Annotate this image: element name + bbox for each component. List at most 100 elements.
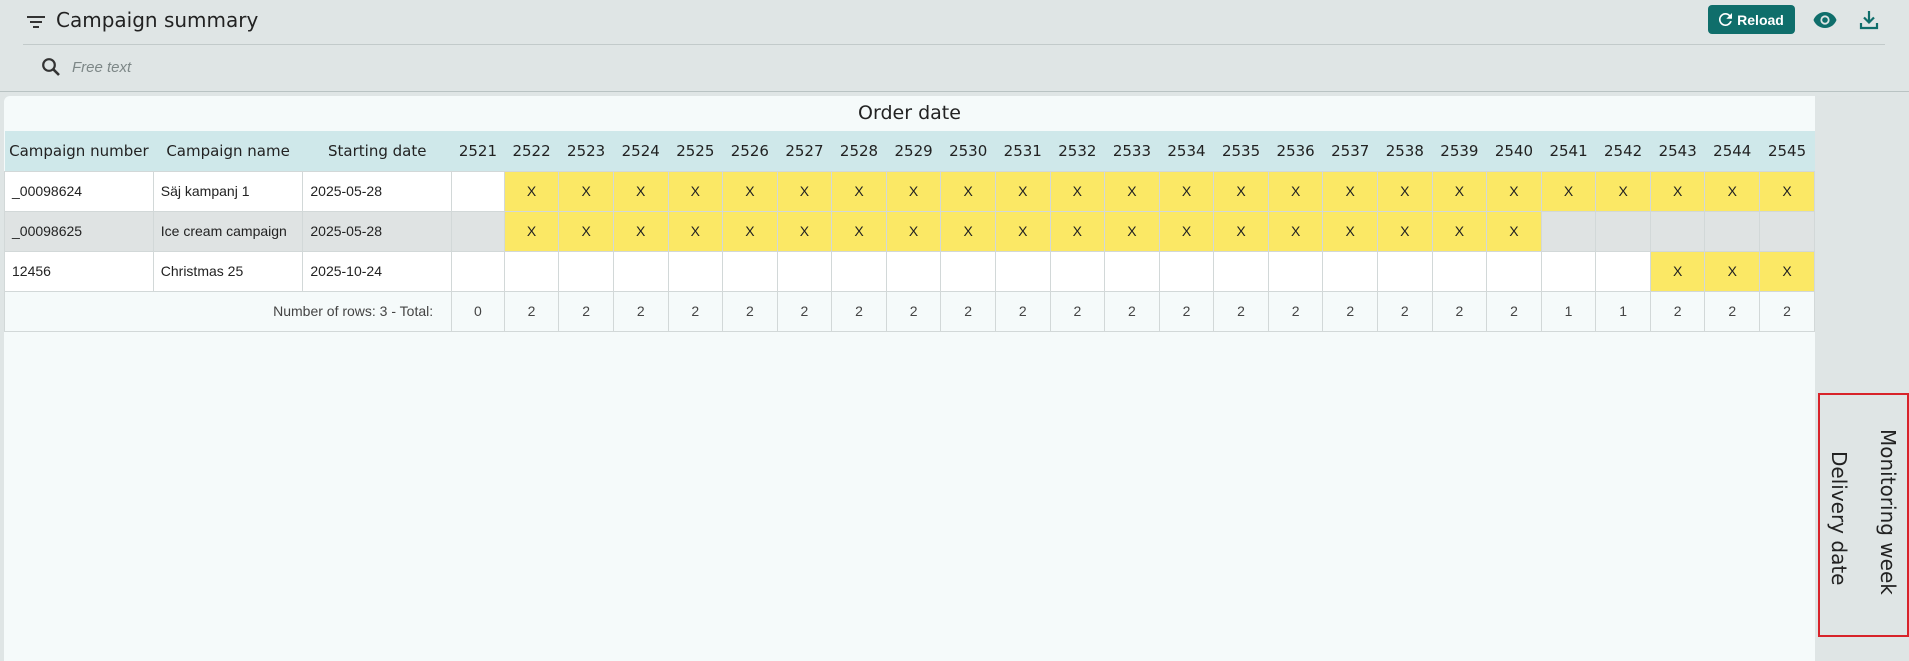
cell-campaign-number[interactable]: _00098625	[4, 210, 154, 252]
col-header-week[interactable]: 2532	[1050, 131, 1105, 171]
col-header-week[interactable]: 2523	[558, 131, 614, 171]
cell-week-mark[interactable]: X	[776, 170, 833, 212]
cell-week-mark[interactable]: X	[1213, 170, 1269, 212]
cell-week-mark[interactable]: X	[1704, 170, 1761, 212]
cell-week-mark[interactable]: X	[1704, 250, 1761, 292]
col-header-week[interactable]: 2534	[1159, 131, 1214, 171]
cell-week-mark[interactable]: X	[612, 170, 669, 212]
cell-week-mark[interactable]	[1158, 250, 1215, 292]
cell-week-mark[interactable]: X	[940, 170, 996, 212]
cell-week-mark[interactable]	[1377, 250, 1433, 292]
cell-week-mark[interactable]	[885, 250, 942, 292]
cell-starting-date[interactable]: 2025-10-24	[302, 250, 453, 292]
cell-week-mark[interactable]: X	[940, 210, 996, 252]
cell-week-mark[interactable]: X	[1267, 170, 1324, 212]
cell-week-mark[interactable]: X	[1759, 170, 1815, 212]
col-header-week[interactable]: 2521	[451, 131, 505, 171]
col-header-week[interactable]: 2544	[1704, 131, 1760, 171]
cell-week-mark[interactable]: X	[994, 170, 1051, 212]
cell-week-mark[interactable]	[451, 170, 505, 212]
col-header-week[interactable]: 2526	[722, 131, 778, 171]
cell-week-mark[interactable]	[831, 250, 887, 292]
reload-button[interactable]: Reload	[1708, 5, 1795, 34]
cell-week-mark[interactable]	[1759, 210, 1815, 252]
cell-week-mark[interactable]: X	[1431, 170, 1488, 212]
col-header-week[interactable]: 2522	[504, 131, 559, 171]
cell-campaign-number[interactable]: _00098624	[4, 170, 154, 212]
eye-icon[interactable]	[1813, 10, 1837, 30]
col-header-week[interactable]: 2528	[831, 131, 887, 171]
col-header-week[interactable]: 2541	[1541, 131, 1596, 171]
cell-week-mark[interactable]: X	[1649, 170, 1706, 212]
cell-week-mark[interactable]	[1540, 250, 1597, 292]
col-header-week[interactable]: 2529	[886, 131, 941, 171]
filter-list-icon[interactable]	[25, 12, 47, 32]
cell-week-mark[interactable]: X	[831, 210, 887, 252]
cell-week-mark[interactable]	[451, 250, 505, 292]
col-header-campaign-number[interactable]: Campaign number	[4, 131, 154, 171]
cell-week-mark[interactable]	[1213, 250, 1269, 292]
table-row[interactable]: 12456 Christmas 25 2025-10-24 X X X	[4, 250, 1815, 292]
cell-week-mark[interactable]: X	[1486, 170, 1542, 212]
cell-week-mark[interactable]: X	[667, 170, 724, 212]
cell-week-mark[interactable]	[1595, 210, 1651, 252]
col-header-week[interactable]: 2537	[1322, 131, 1378, 171]
cell-week-mark[interactable]	[1267, 250, 1324, 292]
cell-week-mark[interactable]: X	[1104, 210, 1160, 252]
col-header-week[interactable]: 2531	[995, 131, 1051, 171]
cell-week-mark[interactable]	[940, 250, 996, 292]
cell-campaign-name[interactable]: Ice cream campaign	[152, 210, 304, 252]
cell-week-mark[interactable]	[1540, 210, 1597, 252]
cell-week-mark[interactable]: X	[1213, 210, 1269, 252]
cell-week-mark[interactable]: X	[1049, 170, 1106, 212]
cell-campaign-name[interactable]: Säj kampanj 1	[152, 170, 304, 212]
cell-week-mark[interactable]	[451, 210, 505, 252]
cell-week-mark[interactable]	[1704, 210, 1761, 252]
col-header-week[interactable]: 2542	[1595, 131, 1651, 171]
cell-week-mark[interactable]: X	[1759, 250, 1815, 292]
cell-week-mark[interactable]: X	[1540, 170, 1597, 212]
cell-week-mark[interactable]	[1322, 250, 1379, 292]
col-header-starting-date[interactable]: Starting date	[302, 131, 452, 171]
col-header-week[interactable]: 2545	[1759, 131, 1815, 171]
cell-week-mark[interactable]	[1431, 250, 1488, 292]
cell-week-mark[interactable]: X	[1158, 170, 1215, 212]
col-header-week[interactable]: 2539	[1432, 131, 1487, 171]
cell-week-mark[interactable]: X	[558, 210, 614, 252]
cell-week-mark[interactable]: X	[1049, 210, 1106, 252]
cell-week-mark[interactable]: X	[558, 170, 614, 212]
col-header-week[interactable]: 2527	[777, 131, 832, 171]
cell-week-mark[interactable]: X	[1431, 210, 1488, 252]
cell-week-mark[interactable]: X	[1158, 210, 1215, 252]
cell-week-mark[interactable]: X	[1649, 250, 1706, 292]
col-header-week[interactable]: 2538	[1377, 131, 1433, 171]
cell-week-mark[interactable]	[994, 250, 1051, 292]
col-header-week[interactable]: 2543	[1650, 131, 1705, 171]
cell-starting-date[interactable]: 2025-05-28	[302, 210, 453, 252]
col-header-week[interactable]: 2524	[613, 131, 668, 171]
cell-week-mark[interactable]: X	[1322, 170, 1379, 212]
cell-week-mark[interactable]	[722, 250, 778, 292]
cell-week-mark[interactable]: X	[1377, 210, 1433, 252]
col-header-week[interactable]: 2525	[668, 131, 723, 171]
table-row[interactable]: _00098624 Säj kampanj 1 2025-05-28 X X X X X X X X…	[4, 170, 1815, 212]
col-header-week[interactable]: 2530	[940, 131, 996, 171]
cell-week-mark[interactable]: X	[1486, 210, 1542, 252]
cell-week-mark[interactable]: X	[776, 210, 833, 252]
cell-week-mark[interactable]	[1595, 250, 1651, 292]
cell-week-mark[interactable]: X	[612, 210, 669, 252]
cell-week-mark[interactable]	[612, 250, 669, 292]
cell-week-mark[interactable]: X	[722, 210, 778, 252]
cell-campaign-name[interactable]: Christmas 25	[152, 250, 304, 292]
cell-week-mark[interactable]	[503, 250, 560, 292]
cell-week-mark[interactable]	[1104, 250, 1160, 292]
cell-week-mark[interactable]	[558, 250, 614, 292]
cell-campaign-number[interactable]: 12456	[4, 250, 154, 292]
search-input[interactable]	[70, 54, 670, 80]
col-header-week[interactable]: 2535	[1213, 131, 1269, 171]
cell-week-mark[interactable]: X	[885, 170, 942, 212]
cell-starting-date[interactable]: 2025-05-28	[302, 170, 453, 212]
cell-week-mark[interactable]: X	[1377, 170, 1433, 212]
col-header-campaign-name[interactable]: Campaign name	[153, 131, 303, 171]
col-header-week[interactable]: 2540	[1486, 131, 1542, 171]
